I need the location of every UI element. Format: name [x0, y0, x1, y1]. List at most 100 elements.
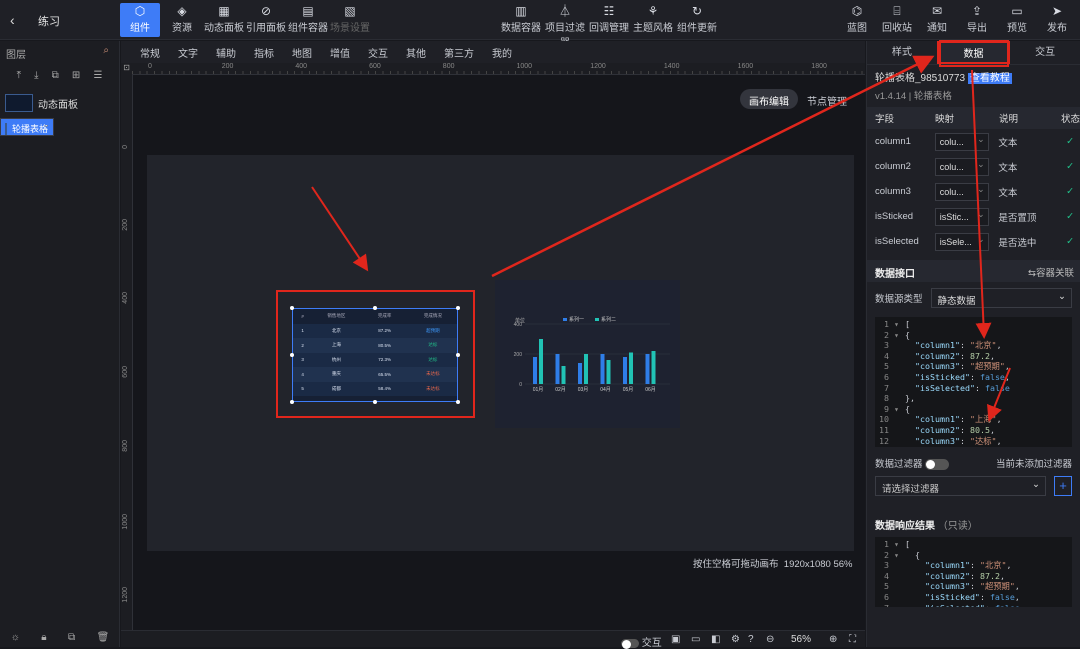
filter-select[interactable]: 请选择过滤器 ⌄	[875, 476, 1046, 496]
toolbar-cube-button[interactable]: ⬡ 组件	[120, 3, 160, 37]
code-line: 2 ▾ {	[875, 330, 1072, 341]
resize-handle[interactable]	[373, 306, 377, 310]
help-icon[interactable]: ?	[748, 634, 754, 645]
toolbar-send-button[interactable]: ➤ 发布	[1038, 3, 1076, 37]
mapping-select[interactable]: isStic...	[934, 207, 989, 226]
node-manage-button[interactable]: 节点管理	[798, 89, 856, 109]
layers-icon: ◈	[177, 4, 187, 18]
tab-style[interactable]: 样式	[867, 41, 937, 64]
mapping-select[interactable]: colu...	[934, 182, 989, 201]
header-description: 说明	[999, 114, 1019, 125]
toolbar-scene-button[interactable]: ▧ 场景设置	[330, 3, 370, 37]
component-tab[interactable]: 文字	[169, 45, 207, 60]
resize-handle[interactable]	[290, 353, 294, 357]
tab-interaction[interactable]: 交互	[1010, 41, 1080, 64]
toolbar-trash-button[interactable]: ⌸ 回收站	[878, 3, 916, 37]
code-line: 10 "column1": "上海",	[875, 414, 1072, 425]
toolbar-grid-button[interactable]: ▦ 动态面板	[204, 3, 244, 37]
resize-handle[interactable]	[456, 400, 460, 404]
table-cell: 65.5%	[378, 371, 392, 377]
toolbar-filter-button[interactable]: ⏃项目过滤器	[544, 3, 586, 49]
delete-icon[interactable]: 🗑︎	[97, 632, 110, 643]
filter-toggle[interactable]	[925, 458, 950, 470]
bar-chart-widget[interactable]: 单位 0 200 400 系列一 系列二 01月 02月 03月 04月 05月 06月	[495, 280, 680, 428]
component-tab[interactable]: 指标	[245, 45, 283, 60]
toolbar-label: 通知	[927, 23, 947, 34]
line-number: 3	[884, 560, 899, 571]
toolbar-theme-button[interactable]: ⚘ 主题风格	[632, 3, 674, 37]
image-icon[interactable]: ▣	[671, 634, 680, 645]
group-icon[interactable]: ⧉	[52, 70, 59, 81]
back-icon[interactable]: ‹	[10, 12, 15, 28]
tutorial-link[interactable]: 查看教程	[967, 73, 1012, 84]
component-tab[interactable]: 增值	[321, 45, 359, 60]
resize-handle[interactable]	[456, 353, 460, 357]
lock-icon[interactable]: 🔒︎	[41, 632, 46, 643]
canvas-size: 1920x1080	[783, 559, 831, 570]
canvas-edit-button[interactable]: 画布编辑	[740, 89, 798, 109]
move-bottom-icon[interactable]: ⤓	[34, 70, 38, 81]
layer-label: 轮播表格	[12, 124, 49, 134]
toolbar-preview-button[interactable]: ▭ 预览	[998, 3, 1036, 37]
ruler-tick-label: 1600	[737, 63, 754, 70]
line-number: 7	[884, 382, 899, 393]
toolbar-label: 数据容器	[501, 23, 541, 34]
container-link[interactable]: ⇆容器关联	[1028, 265, 1074, 279]
component-tab[interactable]: 地图	[283, 45, 321, 60]
fit-screen-icon[interactable]: ⛶	[849, 634, 856, 645]
datasource-select[interactable]: 静态数据 ⌄	[930, 288, 1072, 308]
toolbar-export-button[interactable]: ⇪ 导出	[958, 3, 996, 37]
zoom-value[interactable]: 56%	[791, 634, 811, 645]
ruler-corner-icon[interactable]: ⊡	[121, 63, 132, 75]
component-tab[interactable]: 辅助	[207, 45, 245, 60]
settings-icon[interactable]: ⚙	[731, 634, 740, 645]
resize-handle[interactable]	[290, 400, 294, 404]
carousel-table-widget[interactable]: # 销售地区 完成率 完成情况 1 北京 87.2% 超预期 2 上海 80.5% 达标 3 杭州 72.3…	[292, 308, 458, 402]
resize-handle[interactable]	[290, 306, 294, 310]
toolbar-message-button[interactable]: ✉ 通知	[918, 3, 956, 37]
layer-item-carousel-table[interactable]: 轮播表格	[0, 118, 54, 136]
search-icon[interactable]: ⌕	[103, 45, 109, 56]
bulb-icon[interactable]: ☼	[11, 632, 20, 643]
mapping-select[interactable]: colu...	[934, 157, 989, 176]
monitor-icon[interactable]: ▭	[691, 634, 700, 645]
layer-item-dynamic-panel[interactable]: 动态面板	[0, 89, 119, 117]
static-data-editor[interactable]: 1 ▾[2 ▾{3 "column1": "北京", 4 "column2": 8…	[875, 317, 1072, 447]
list-icon[interactable]: ☰	[93, 70, 102, 81]
toolbar-sliders-button[interactable]: ☷ 回调管理	[588, 3, 630, 37]
component-tab[interactable]: 第三方	[435, 45, 483, 60]
toolbar-label: 组件	[130, 23, 150, 34]
mapping-select[interactable]: colu...	[934, 132, 989, 151]
component-tab[interactable]: 其他	[397, 45, 435, 60]
component-tab[interactable]: 常规	[131, 45, 169, 60]
component-tab[interactable]: 交互	[359, 45, 397, 60]
toolbar-label: 组件容器	[288, 23, 328, 34]
component-tab[interactable]: 我的	[483, 45, 521, 60]
resize-handle[interactable]	[456, 306, 460, 310]
result-section: 数据响应结果 （只读）	[867, 512, 1080, 534]
layout-icon[interactable]: ◧	[711, 634, 720, 645]
zoom-out-icon[interactable]: ⊖	[766, 634, 774, 645]
move-top-icon[interactable]: ⤒	[17, 70, 21, 81]
layer-footer: ☼ 🔒︎ ⧉ 🗑︎	[0, 632, 120, 643]
add-filter-button[interactable]: +	[1054, 476, 1072, 496]
toolbar-refresh-button[interactable]: ↻ 组件更新	[676, 3, 718, 37]
ungroup-icon[interactable]: ⊞	[72, 70, 80, 81]
toolbar-blueprint-button[interactable]: ⌬ 蓝图	[838, 3, 876, 37]
ruler-tick-label: 800	[442, 63, 455, 70]
toolbar-label: 导出	[967, 23, 987, 34]
table-header-cell: 完成率	[377, 313, 392, 319]
bar-chart: 单位0200400系列一 系列二01月 02月 03月 04月 05月 06月	[514, 316, 670, 393]
mapping-select[interactable]: isSele...	[934, 232, 989, 251]
filter-label: 数据过滤器	[875, 456, 950, 470]
code-line: 6 "isSticked": false,	[875, 592, 1072, 603]
toolbar-link-button[interactable]: ⊘ 引用面板	[246, 3, 286, 37]
field-description: 是否选中	[998, 237, 1037, 249]
copy-icon[interactable]: ⧉	[68, 632, 75, 643]
toolbar-layers-button[interactable]: ◈ 资源	[162, 3, 202, 37]
toolbar-container-button[interactable]: ▤ 组件容器	[288, 3, 328, 37]
code-line: 8 },	[875, 393, 1072, 404]
zoom-in-icon[interactable]: ⊕	[829, 634, 837, 645]
toolbar-chart-button[interactable]: ▥ 数据容器	[500, 3, 542, 37]
resize-handle[interactable]	[373, 400, 377, 404]
